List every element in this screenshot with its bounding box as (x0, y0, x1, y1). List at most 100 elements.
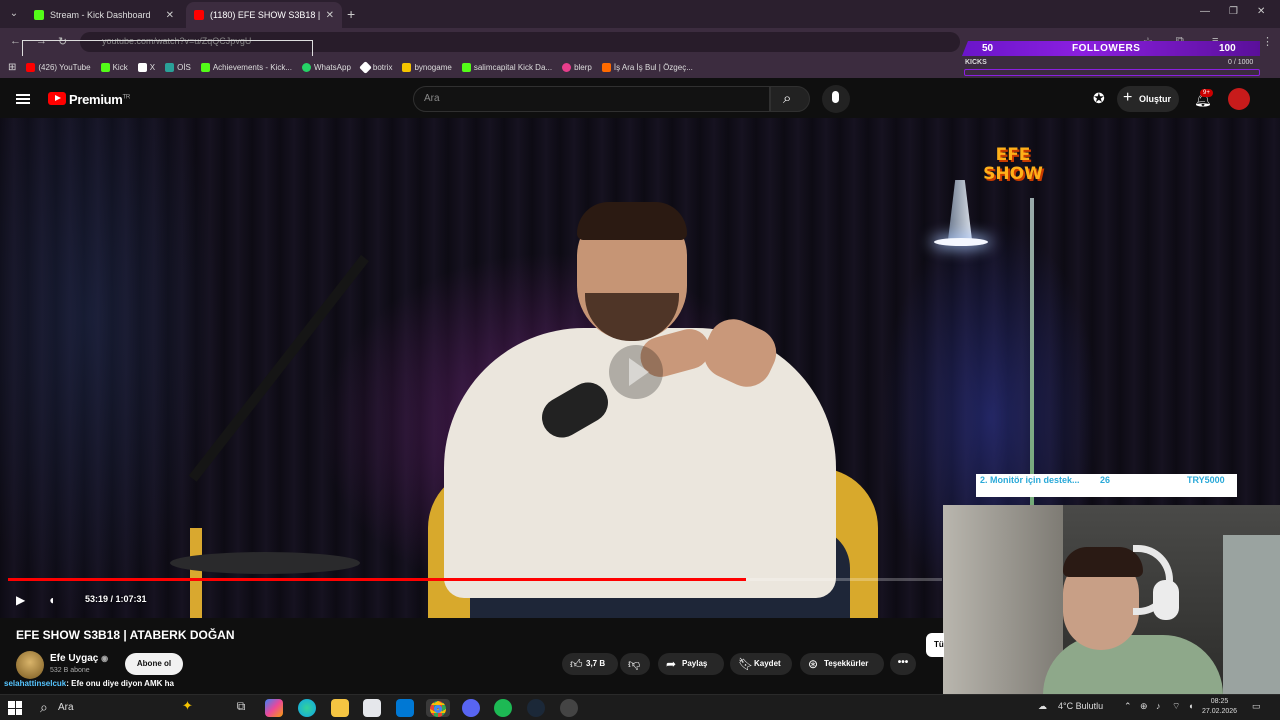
task-view-icon[interactable]: ⧉ (232, 699, 250, 717)
youtube-icon (26, 62, 36, 72)
bookmark-x[interactable]: X (137, 62, 155, 72)
close-icon[interactable]: ✕ (326, 10, 334, 21)
search-button[interactable]: ⌕ (770, 86, 810, 112)
share-icon: ➦ (666, 657, 677, 671)
bookmark-label: Kick (112, 62, 128, 72)
volume-tray-icon[interactable]: ◖ (1188, 701, 1193, 711)
apps-icon[interactable]: ⊞ (8, 62, 16, 73)
back-icon[interactable]: ← (10, 35, 21, 47)
clock-date: 27.02.2026 (1202, 708, 1238, 715)
file-explorer-icon[interactable] (331, 699, 349, 717)
botrix-icon (359, 60, 372, 74)
weather-text[interactable]: 4°C Bulutlu (1058, 701, 1103, 711)
wifi-icon[interactable]: ⌔ (1172, 701, 1180, 712)
bookmark-youtube[interactable]: (426) YouTube (26, 62, 91, 72)
chevron-up-icon[interactable]: ⌃ (1124, 701, 1132, 712)
network-icon[interactable]: ⊕ (1140, 701, 1148, 712)
chrome-icon[interactable] (426, 699, 450, 717)
obs-icon[interactable] (560, 699, 578, 717)
tab-kick-dashboard[interactable]: Stream - Kick Dashboard ✕ (26, 2, 182, 28)
notification-center-icon[interactable]: ▭ (1252, 701, 1261, 712)
subscriber-count: 532 B abone (50, 667, 90, 674)
blerp-icon (562, 62, 572, 72)
bookmark-ois[interactable]: OİS (165, 62, 191, 72)
bookmark-achievements[interactable]: Achievements - Kick... (200, 62, 292, 72)
like-count: 3,7 B (586, 659, 606, 668)
follower-goal: 100 (1219, 43, 1236, 54)
close-window-icon[interactable]: ✕ (1257, 6, 1265, 17)
bookmark-whatsapp[interactable]: WhatsApp (301, 62, 351, 72)
bookmark-botrix[interactable]: botrix (359, 60, 393, 74)
taskbar-search-label: Ara (58, 702, 74, 713)
like-button[interactable]: 👍︎ 3,7 B (562, 653, 618, 675)
create-label: Oluştur (1139, 94, 1172, 104)
bookmark-label: WhatsApp (313, 62, 351, 72)
thanks-label: Teşekkürler (824, 659, 869, 668)
clock-time: 08:25 (1210, 698, 1229, 705)
bookmark-is-ara[interactable]: İş Ara İş Bul | Özgeç... (601, 62, 693, 72)
kicks-value: 0 / 1000 (1228, 59, 1254, 66)
bookmark-label: botrix (372, 62, 393, 72)
search-input[interactable]: Ara (413, 86, 770, 112)
avatar[interactable] (1228, 88, 1250, 110)
search-icon: ⌕ (783, 90, 792, 107)
taskbar-search[interactable]: Ara ✦ (32, 697, 222, 719)
ois-icon (165, 62, 175, 72)
tab-youtube-video[interactable]: (1180) EFE SHOW S3B18 | ATAB ✕ (186, 2, 342, 28)
weather-icon[interactable]: ☁ (1038, 701, 1047, 712)
edge-icon[interactable] (298, 699, 316, 717)
create-button[interactable]: Oluştur (1117, 86, 1179, 112)
bookmark-salimcapital[interactable]: salimcapital Kick Da... (461, 62, 552, 72)
bookmark-kick[interactable]: Kick (100, 62, 128, 72)
bookmark-label: (426) YouTube (38, 62, 91, 72)
donation-goal-overlay: 2. Monitör için destek... 26 TRY5000 (976, 474, 1237, 497)
more-actions-icon[interactable]: ••• (890, 653, 916, 675)
dislike-button[interactable]: 👎︎ (620, 653, 650, 675)
share-button[interactable]: ➦ Paylaş (658, 653, 724, 675)
bynogame-icon (402, 62, 412, 72)
filter-chip[interactable]: Tü (926, 633, 944, 657)
thumbs-up-icon: 👍︎ (570, 657, 583, 671)
store-icon[interactable] (363, 699, 381, 717)
discord-icon[interactable] (462, 699, 480, 717)
brand-label: Premium (69, 92, 123, 107)
windows-start-icon[interactable] (8, 701, 22, 715)
subscribe-button[interactable]: Abone ol (125, 653, 183, 675)
maximize-icon[interactable]: ❐ (1229, 6, 1238, 17)
play-pause-icon[interactable]: ▶︎ (16, 593, 25, 607)
youtube-logo-icon[interactable] (48, 92, 66, 105)
tab-label: (1180) EFE SHOW S3B18 | ATAB (210, 10, 320, 20)
progress-bar[interactable] (8, 578, 942, 581)
whatsapp-icon (301, 62, 311, 72)
volume-icon[interactable]: ◖ (48, 593, 55, 607)
spotify-icon[interactable] (494, 699, 512, 717)
save-button[interactable]: 🔖︎ Kaydet (730, 653, 792, 675)
microphone-tray-icon[interactable]: ♪ (1156, 701, 1161, 711)
channel-name[interactable]: Efe Uygaç ◉ (50, 653, 108, 664)
video-title: EFE SHOW S3B18 | ATABERK DOĞAN (16, 628, 235, 642)
play-overlay-icon[interactable] (609, 345, 663, 399)
gem-icon[interactable]: ✪ (1093, 90, 1105, 107)
tab-search-button[interactable]: ⌄ (4, 4, 24, 24)
bookmark-blerp[interactable]: blerp (562, 62, 592, 72)
cam-hair (1063, 547, 1143, 577)
cam-shirt (1043, 635, 1223, 695)
youtube-brand[interactable]: PremiumTR (69, 92, 130, 107)
new-tab-button[interactable]: + (347, 6, 355, 22)
webcam-feed (943, 505, 1280, 695)
close-icon[interactable]: ✕ (166, 10, 174, 21)
voice-search-button[interactable] (822, 85, 850, 113)
system-clock[interactable]: 08:25 27.02.2026 (1202, 697, 1237, 717)
copilot-icon[interactable] (265, 699, 283, 717)
menu-icon[interactable]: ⋮ (1262, 35, 1273, 48)
bookmark-bynogame[interactable]: bynogame (402, 62, 452, 72)
channel-avatar[interactable] (16, 651, 44, 679)
minimize-icon[interactable]: — (1200, 6, 1210, 17)
thanks-button[interactable]: ⊛ Teşekkürler (800, 653, 884, 675)
background-glow (0, 118, 220, 618)
mail-icon[interactable] (396, 699, 414, 717)
steam-icon[interactable] (527, 699, 545, 717)
thumbs-down-icon: 👎︎ (628, 657, 641, 671)
thanks-icon: ⊛ (808, 657, 819, 671)
menu-icon[interactable] (16, 94, 30, 104)
